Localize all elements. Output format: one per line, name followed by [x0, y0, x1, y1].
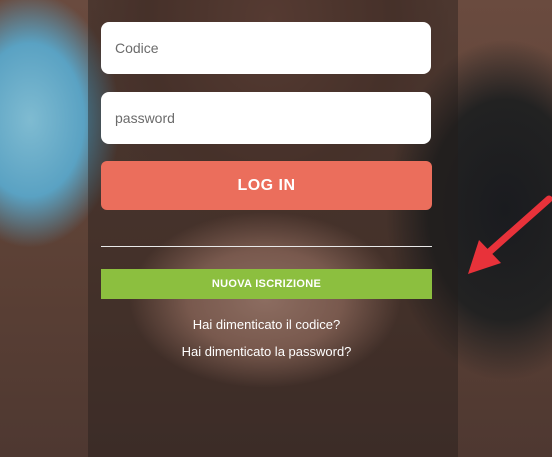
login-button[interactable]: LOG IN: [101, 161, 432, 210]
forgot-password-link[interactable]: Hai dimenticato la password?: [101, 344, 432, 359]
annotation-arrow-icon: [468, 195, 552, 274]
divider: [101, 246, 432, 247]
new-registration-button[interactable]: NUOVA ISCRIZIONE: [101, 269, 432, 299]
password-input[interactable]: [101, 92, 431, 144]
code-input[interactable]: [101, 22, 431, 74]
forgot-code-link[interactable]: Hai dimenticato il codice?: [101, 317, 432, 332]
